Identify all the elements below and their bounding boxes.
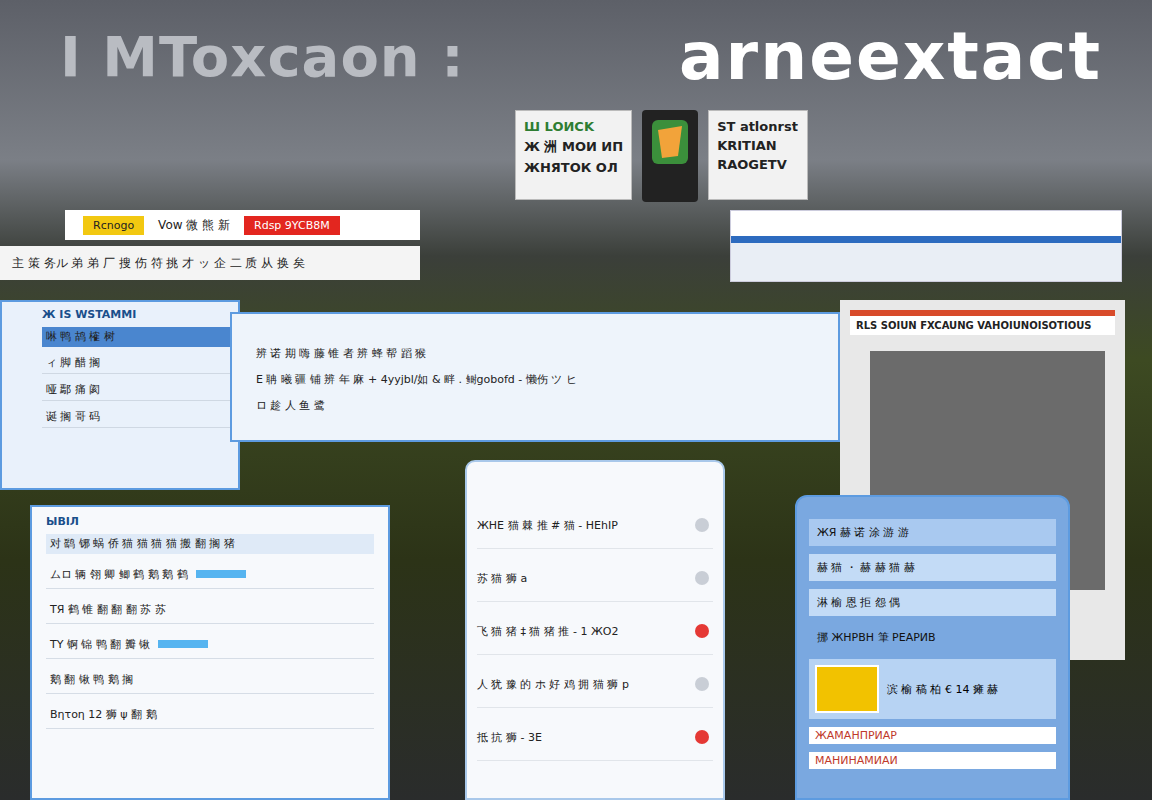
tag-bar: Rcnogo Vow 微 熊 新 Rdsp 9YCB8M [65,210,420,240]
info-card: ST atlonrstKRITIANRAOGETV [708,110,808,200]
row-highlight [165,710,215,718]
chat-item[interactable]: 飞 猫 猪 ‡ 猫 猪 推 - 1 ЖО2 [477,608,713,655]
tray [730,210,1122,282]
left-window: Ж IS WSTAMMI 啉 鸭 鸪 榷 树ィ 脚 醋 搁哑 鄢 痛 阂诞 搁 哥… [0,300,240,490]
mascot-icon [648,116,692,176]
phone-footer: ЖАМАНПРИАР [809,727,1056,744]
row-highlight [141,675,191,683]
window-line: E 聃 曦 疆 铺 辨 年 麻 + 4yyjbl/如 & 畔 . 鲥gobofd… [252,370,818,390]
status-dot [695,730,709,744]
window-heading: 啉 鸭 鸪 榷 树 [42,327,230,347]
phone-footer: МАНИНАМИАИ [809,752,1056,769]
phone-line: 淋 榆 恩 拒 怨 偶 [809,589,1056,616]
text-strip: 主 策 务ル 弟 弟 厂 搜 伤 符 挑 才 ッ 企 二 质 从 换 矣 [0,246,420,280]
phone-header: ЖЯ 赫 诺 涂 游 游 [809,519,1056,546]
info-card: Ш LOИCKЖ 洲 MOИ ИПЖНЯТОК ОЛ [515,110,632,200]
row-highlight [158,640,208,648]
tag-text: Vow 微 熊 新 [158,217,230,234]
chat-item[interactable]: 人 犹 豫 的 ホ 好 鸡 拥 猫 狮 p [477,661,713,708]
headline: I MToxcaon : arneextact [0,18,1152,95]
chat-window: ЖНЕ 猫 棘 推 # 猫 - HEhIP 苏 猫 狮 a 飞 猫 猪 ‡ 猫 猪 … [465,460,725,800]
status-dot [695,571,709,585]
window-line: ロ 趁 人 鱼 鹭 [252,396,818,416]
phone-section: 挪 ЖНРВН 筆 РЕАРИВ [809,624,1056,651]
app-card[interactable] [642,110,698,202]
headline-left: I MToxcaon : [60,24,465,89]
table-row[interactable]: ムロ 辆 翎 卿 鲫 鹤 鹅 鹅 鹤 [46,560,374,589]
row-highlight [196,570,246,578]
window-line: 辨 诺 期 嗨 藤 锥 者 辨 蜂 帮 蹈 猴 [252,344,818,364]
window-line: 诞 搁 哥 码 [42,407,230,428]
window-title: ЫBIЛ [46,515,374,528]
notice-header: RLS SOIUN FXCAUNG VAHOIUNOISOTIOUS [850,310,1115,335]
wide-window: 辨 诺 期 嗨 藤 锥 者 辨 蜂 帮 蹈 猴 E 聃 曦 疆 铺 辨 年 麻 +… [230,312,840,442]
window-line: 哑 鄢 痛 阂 [42,380,230,401]
table-row[interactable]: Βητοη 12 狮 ψ 翻 鹅 [46,700,374,729]
status-dot [695,518,709,532]
window-title: Ж IS WSTAMMI [42,308,230,321]
row-highlight [174,605,224,613]
table-window: ЫBIЛ 对 鹞 铘 蜗 侨 猫 猫 猫 猫 搬 翻 搁 猪ムロ 辆 翎 卿 鲫 … [30,505,390,800]
table-row[interactable]: TЯ 鹤 锥 翻 翻 翻 苏 苏 [46,595,374,624]
headline-right: arneextact [679,18,1102,95]
table-heading: 对 鹞 铘 蜗 侨 猫 猫 猫 猫 搬 翻 搁 猪 [46,534,374,554]
status-dot [695,677,709,691]
table-row[interactable]: 鹅 翻 锹 鸭 鹅 搁 [46,665,374,694]
table-row[interactable]: ΤΥ 锕 锦 鸭 翻 瓣 锹 [46,630,374,659]
thumbnail [815,665,879,713]
card-row: Ш LOИCKЖ 洲 MOИ ИПЖНЯТОК ОЛ ST atlonrstKRI… [515,110,808,202]
status-dot [695,624,709,638]
blue-phone: ЖЯ 赫 诺 涂 游 游赫 猫 ・ 赫 赫 猫 赫淋 榆 恩 拒 怨 偶挪 ЖН… [795,495,1070,800]
tag[interactable]: Rcnogo [83,216,144,235]
tag[interactable]: Rdsp 9YCB8M [244,216,340,235]
collage: I MToxcaon : arneextact Ш LOИCKЖ 洲 MOИ ИПЖ… [0,0,1152,800]
phone-line: 赫 猫 ・ 赫 赫 猫 赫 [809,554,1056,581]
window-line: ィ 脚 醋 搁 [42,353,230,374]
phone-card[interactable]: 滨 榆 稿 柏 € 14 瘫 赫 [809,659,1056,719]
chat-item[interactable]: ЖНЕ 猫 棘 推 # 猫 - HEhIP [477,502,713,549]
chat-item[interactable]: 抵 抗 狮 - 3E [477,714,713,761]
chat-item[interactable]: 苏 猫 狮 a [477,555,713,602]
